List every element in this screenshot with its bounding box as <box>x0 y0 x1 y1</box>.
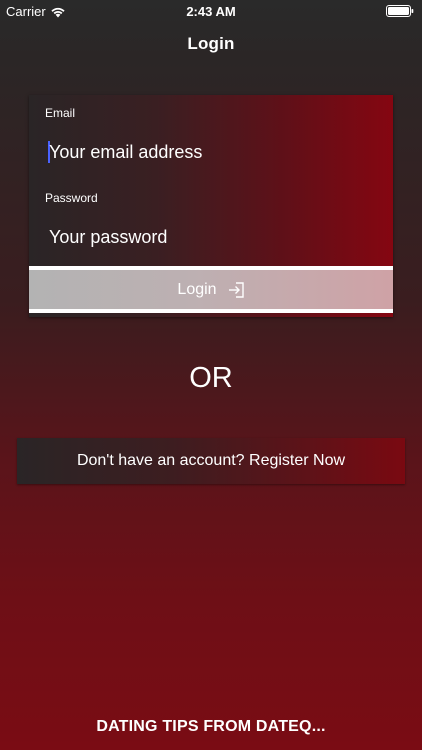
register-button[interactable]: Don't have an account? Register Now <box>17 438 405 484</box>
status-time: 2:43 AM <box>186 4 236 19</box>
password-label: Password <box>45 191 98 205</box>
login-button-label: Login <box>177 280 217 298</box>
email-label: Email <box>45 106 76 120</box>
or-divider: OR <box>189 362 233 394</box>
login-arrow-icon <box>228 281 244 298</box>
navigation-bar: Login <box>0 22 422 66</box>
email-field[interactable] <box>49 138 369 166</box>
password-field[interactable] <box>49 223 369 251</box>
dating-tips-link[interactable]: DATING TIPS FROM DATEQ... <box>0 718 422 736</box>
login-form-card: Email Password Login <box>29 95 393 317</box>
battery-icon <box>386 5 414 17</box>
register-button-label: Don't have an account? Register Now <box>76 452 346 469</box>
page-title: Login <box>187 34 235 53</box>
status-bar: Carrier 2:43 AM <box>0 0 422 22</box>
login-button[interactable]: Login <box>29 266 393 313</box>
